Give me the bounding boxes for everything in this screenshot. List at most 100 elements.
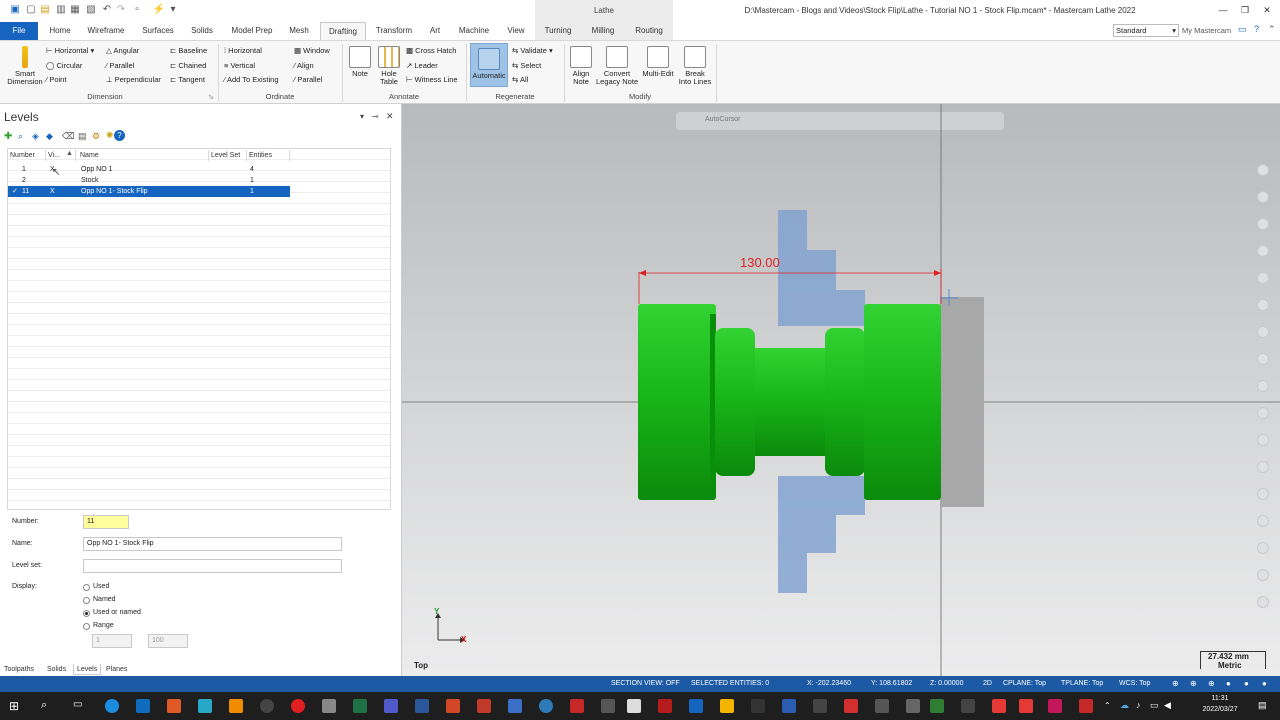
obs-icon[interactable]	[260, 699, 274, 713]
dim-point-button[interactable]: ⁄ Point	[46, 75, 66, 85]
volume-icon[interactable]: ◀	[1164, 700, 1171, 711]
dim-chained-button[interactable]: ⊏ Chained	[170, 61, 206, 71]
level-set-field[interactable]	[83, 559, 342, 573]
cross-hatch-button[interactable]: ▩ Cross Hatch	[406, 46, 456, 56]
print-icon[interactable]: ▦	[68, 3, 82, 17]
save-as-icon[interactable]: ▧	[84, 3, 98, 17]
name-field[interactable]: Opp NO 1- Stock Flip	[83, 537, 342, 551]
display-named-radio[interactable]	[83, 597, 90, 604]
media-player-icon[interactable]	[291, 699, 305, 713]
part-drawing[interactable]	[402, 104, 1280, 676]
tab-model-prep[interactable]: Model Prep	[226, 22, 278, 40]
app-icon[interactable]	[961, 699, 975, 713]
tab-file[interactable]: File	[0, 22, 38, 40]
app-icon[interactable]	[844, 699, 858, 713]
tab-mesh[interactable]: Mesh	[284, 22, 314, 40]
panel-close-icon[interactable]: ✕	[386, 111, 394, 122]
sphere-icon[interactable]: ●	[1244, 679, 1249, 688]
new-file-icon[interactable]: ▢	[24, 3, 38, 17]
display-used-or-named-radio[interactable]	[83, 610, 90, 617]
tab-view[interactable]: View	[502, 22, 530, 40]
word-icon[interactable]	[415, 699, 429, 713]
help-icon[interactable]: ?	[1254, 24, 1259, 34]
windows-start-icon[interactable]: ⊞	[9, 699, 19, 713]
find-icon[interactable]: ⌕	[18, 131, 23, 142]
globe-icon[interactable]: ⊕	[1172, 679, 1179, 688]
measure-icon[interactable]	[1257, 299, 1269, 311]
col-header-name[interactable]: Name	[78, 150, 209, 161]
section-view-status[interactable]: SECTION VIEW: OFF	[611, 676, 680, 692]
range-to-field[interactable]: 100	[148, 634, 188, 648]
target-icon[interactable]: ⊕	[1208, 679, 1215, 688]
tab-toolpaths[interactable]: Toolpaths	[4, 664, 34, 675]
powerpoint-icon[interactable]	[446, 699, 460, 713]
display-used-radio[interactable]	[83, 584, 90, 591]
zoom-in-icon[interactable]	[1257, 164, 1269, 176]
tab-turning[interactable]: Turning	[535, 22, 581, 40]
ord-align-button[interactable]: ⁄ Align	[294, 61, 314, 71]
app-icon[interactable]	[689, 699, 703, 713]
app-icon[interactable]	[508, 699, 522, 713]
eraser-icon[interactable]: ⌫	[62, 131, 75, 142]
mode-2d[interactable]: 2D	[983, 676, 992, 692]
settings-icon[interactable]: ⚙	[92, 131, 100, 142]
app-icon[interactable]	[658, 699, 672, 713]
shade-icon[interactable]	[1257, 380, 1269, 392]
qat-customize-icon[interactable]: ▾	[166, 3, 180, 17]
restore-icon[interactable]: ❐	[1238, 3, 1252, 17]
network-icon[interactable]: ▭	[1150, 700, 1159, 711]
layers-icon[interactable]: ◈	[32, 131, 39, 142]
app-icon[interactable]	[167, 699, 181, 713]
break-into-lines-button[interactable]: Break Into Lines	[678, 46, 712, 86]
tplane-status[interactable]: TPLANE: Top	[1061, 676, 1103, 692]
sphere-icon[interactable]: ●	[1226, 679, 1231, 688]
ord-add-to-existing-button[interactable]: ⁄ Add To Existing	[224, 75, 279, 85]
no-entry-icon[interactable]	[1257, 596, 1269, 608]
ord-parallel-button[interactable]: ∕ Parallel	[294, 75, 322, 85]
add-level-icon[interactable]: ✚	[4, 131, 12, 142]
workspace-select[interactable]: Standard ▾	[1113, 24, 1179, 37]
onedrive-icon[interactable]: ☁	[1120, 700, 1129, 711]
fit-icon[interactable]	[1257, 218, 1269, 230]
acrobat-icon[interactable]	[1079, 699, 1093, 713]
dim-tangent-button[interactable]: ⊏ Tangent	[170, 75, 205, 85]
clock-date[interactable]: 2022/03/27	[1196, 706, 1244, 713]
range-from-field[interactable]: 1	[92, 634, 132, 648]
edit-icon[interactable]	[1257, 326, 1269, 338]
excel-icon[interactable]	[353, 699, 367, 713]
dim-baseline-button[interactable]: ⊏ Baseline	[170, 46, 207, 56]
col-header-entities[interactable]: Entities	[247, 150, 290, 161]
microphone-icon[interactable]: ♪	[1136, 700, 1141, 710]
app-icon[interactable]	[570, 699, 584, 713]
level-stack-icon[interactable]: ◆	[46, 131, 53, 142]
feedback-icon[interactable]: ▭	[1238, 24, 1247, 35]
tab-surfaces[interactable]: Surfaces	[138, 22, 178, 40]
notifications-icon[interactable]: ▤	[1258, 700, 1267, 711]
table-icon[interactable]: ▤	[78, 131, 87, 142]
tab-machine[interactable]: Machine	[454, 22, 494, 40]
col-header-level-set[interactable]: Level Set	[209, 150, 247, 161]
leader-button[interactable]: ↗ Leader	[406, 61, 438, 71]
tab-wireframe[interactable]: Wireframe	[84, 22, 128, 40]
app-icon[interactable]	[477, 699, 491, 713]
ord-window-button[interactable]: ▦ Window	[294, 46, 330, 56]
section-icon[interactable]	[1257, 488, 1269, 500]
vlc-icon[interactable]	[229, 699, 243, 713]
app-icon[interactable]	[1019, 699, 1033, 713]
hole-table-button[interactable]: Hole Table	[376, 46, 402, 86]
tab-levels-panel[interactable]: Levels	[73, 664, 102, 675]
cplane-status[interactable]: CPLANE: Top	[1003, 676, 1046, 692]
dialog-launcher-icon[interactable]: ⬂	[208, 93, 214, 101]
app-icon[interactable]	[601, 699, 615, 713]
align-note-button[interactable]: Align Note	[568, 46, 594, 86]
z-coordinate[interactable]: Z: 0.00000	[930, 676, 963, 692]
ribbon-collapse-icon[interactable]: ⌃	[1268, 24, 1276, 35]
convert-legacy-note-button[interactable]: Convert Legacy Note	[596, 46, 638, 86]
ord-vertical-button[interactable]: ≡ Vertical	[224, 61, 255, 71]
app-icon[interactable]	[322, 699, 336, 713]
regenerate-all-button[interactable]: ⇆ All	[512, 75, 528, 85]
app-icon[interactable]	[782, 699, 796, 713]
minimize-icon[interactable]: —	[1216, 3, 1230, 17]
tab-solids-panel[interactable]: Solids	[47, 664, 66, 675]
smart-dimension-button[interactable]: Smart Dimension	[6, 46, 44, 86]
